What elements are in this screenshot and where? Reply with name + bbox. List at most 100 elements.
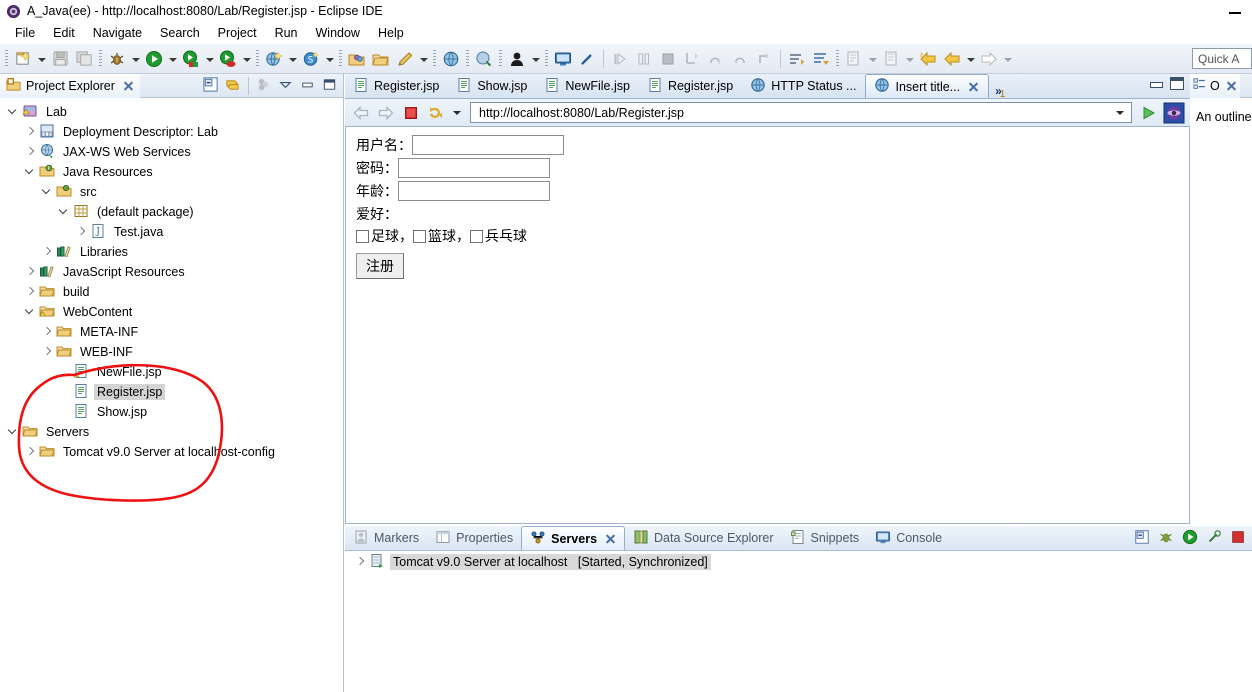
menu-navigate[interactable]: Navigate — [84, 24, 151, 42]
menu-project[interactable]: Project — [209, 24, 266, 42]
server-row-expander[interactable] — [353, 552, 369, 572]
editor-tab-overflow[interactable]: » 1 — [989, 82, 1011, 100]
tree-item-expander[interactable] — [23, 122, 39, 142]
tree-item-expander[interactable] — [23, 162, 39, 182]
toolbar-grip-8[interactable] — [545, 50, 548, 67]
username-field[interactable] — [412, 135, 564, 155]
stop-icon[interactable] — [400, 102, 422, 124]
console-icon[interactable] — [551, 47, 575, 71]
window-minimize-button[interactable] — [1228, 4, 1242, 18]
skip-breakpoints-icon[interactable] — [575, 47, 599, 71]
run-server-icon[interactable] — [179, 47, 203, 71]
tree-item-expander[interactable] — [40, 242, 56, 262]
editor-tab[interactable]: Register.jsp — [345, 74, 448, 98]
tree-item[interactable]: WEB-INF — [0, 342, 343, 362]
browser-dropdown-icon[interactable] — [450, 103, 464, 122]
menu-run[interactable]: Run — [266, 24, 307, 42]
previous-annotation-icon[interactable] — [809, 47, 833, 71]
menu-edit[interactable]: Edit — [44, 24, 84, 42]
tree-item-expander[interactable] — [6, 422, 22, 442]
quick-access-input[interactable]: Quick A — [1192, 48, 1252, 69]
url-input[interactable] — [477, 104, 1113, 121]
tree-item[interactable]: J Test.java — [0, 222, 343, 242]
back-forward-dropdown[interactable] — [964, 47, 977, 71]
tree-item[interactable]: Servers — [0, 422, 343, 442]
start-server-icon[interactable] — [1182, 529, 1200, 548]
close-icon[interactable] — [605, 533, 616, 544]
tree-item[interactable]: (default package) — [0, 202, 343, 222]
tree-item[interactable]: Tomcat v9.0 Server at localhost-config — [0, 442, 343, 462]
tree-item[interactable]: Lab — [0, 102, 343, 122]
toolbar-grip-5[interactable] — [433, 50, 436, 67]
toolbar-grip-9[interactable] — [836, 50, 839, 67]
bottom-tab[interactable]: Data Source Explorer — [625, 526, 782, 550]
forward-icon[interactable] — [940, 47, 964, 71]
menu-window[interactable]: Window — [307, 24, 369, 42]
profile-icon[interactable] — [216, 47, 240, 71]
editor-tab[interactable]: Insert title... — [865, 74, 990, 98]
profile-dropdown[interactable] — [240, 47, 253, 71]
maximize-icon[interactable] — [321, 76, 339, 95]
user-icon[interactable] — [505, 47, 529, 71]
tree-item[interactable]: build — [0, 282, 343, 302]
tree-item-expander[interactable] — [23, 282, 39, 302]
server-row[interactable]: Tomcat v9.0 Server at localhost [Started… — [345, 551, 1252, 573]
back-icon[interactable] — [916, 47, 940, 71]
project-tree[interactable]: Lab 4.0 Deployment Descriptor: Lab JAX-WS W… — [0, 98, 343, 462]
editor-tab[interactable]: HTTP Status ... — [742, 74, 865, 98]
run-dropdown[interactable] — [166, 47, 179, 71]
hobby-checkbox[interactable] — [470, 229, 483, 243]
minimize-icon[interactable] — [299, 76, 317, 95]
editor-tab[interactable]: Register.jsp — [639, 74, 742, 98]
editor-tab[interactable]: Show.jsp — [448, 74, 536, 98]
submit-button[interactable]: 注册 — [356, 253, 404, 279]
toolbar-grip-4[interactable] — [339, 50, 342, 67]
bottom-tab[interactable]: Properties — [427, 526, 521, 550]
new-web-project-dropdown[interactable] — [286, 47, 299, 71]
tree-item[interactable]: 4.0 Deployment Descriptor: Lab — [0, 122, 343, 142]
collapse-all-icon[interactable] — [1134, 529, 1152, 548]
editor-tab[interactable]: NewFile.jsp — [536, 74, 639, 98]
bottom-tab[interactable]: Servers — [521, 526, 626, 550]
profile-server-icon[interactable] — [1206, 529, 1224, 548]
tree-item[interactable]: JAX-WS Web Services — [0, 142, 343, 162]
tree-item-expander[interactable] — [6, 102, 22, 122]
bottom-tab[interactable]: Console — [867, 526, 950, 550]
tree-item-expander[interactable] — [74, 222, 90, 242]
stop-server-icon[interactable] — [1230, 529, 1248, 548]
tree-item-expander[interactable] — [57, 202, 73, 222]
open-external-browser-icon[interactable] — [1163, 102, 1185, 124]
open-package-icon[interactable] — [345, 47, 369, 71]
tree-item-expander[interactable] — [23, 262, 39, 282]
tree-item[interactable]: META-INF — [0, 322, 343, 342]
tree-item[interactable]: src — [0, 182, 343, 202]
pencil-dropdown[interactable] — [417, 47, 430, 71]
bottom-tab[interactable]: Snippets — [782, 526, 868, 550]
bottom-tab[interactable]: Markers — [345, 526, 427, 550]
tree-item[interactable]: Java Resources — [0, 162, 343, 182]
open-folder-icon[interactable] — [369, 47, 393, 71]
toolbar-grip-3[interactable] — [256, 50, 259, 67]
hobby-checkbox[interactable] — [356, 229, 369, 243]
web-browser-icon[interactable] — [439, 47, 463, 71]
new-wizard-dropdown[interactable] — [35, 47, 48, 71]
tree-item-expander[interactable] — [40, 342, 56, 362]
next-annotation-icon[interactable] — [785, 47, 809, 71]
refresh-icon[interactable] — [425, 102, 447, 124]
debug-icon[interactable] — [105, 47, 129, 71]
close-icon[interactable] — [968, 81, 979, 92]
menu-search[interactable]: Search — [151, 24, 209, 42]
toolbar-grip-2[interactable] — [99, 50, 102, 67]
perspective-icon[interactable] — [472, 47, 496, 71]
toolbar-grip[interactable] — [5, 50, 8, 67]
search-dropdown[interactable] — [323, 47, 336, 71]
tree-item[interactable]: JavaScript Resources — [0, 262, 343, 282]
run-icon[interactable] — [142, 47, 166, 71]
view-menu-icon[interactable] — [277, 76, 295, 95]
close-icon[interactable] — [1226, 80, 1237, 91]
tree-item-expander[interactable] — [23, 142, 39, 162]
password-field[interactable] — [398, 158, 550, 178]
toolbar-grip-6[interactable] — [466, 50, 469, 67]
user-dropdown[interactable] — [529, 47, 542, 71]
tree-item[interactable]: Show.jsp — [0, 402, 343, 422]
